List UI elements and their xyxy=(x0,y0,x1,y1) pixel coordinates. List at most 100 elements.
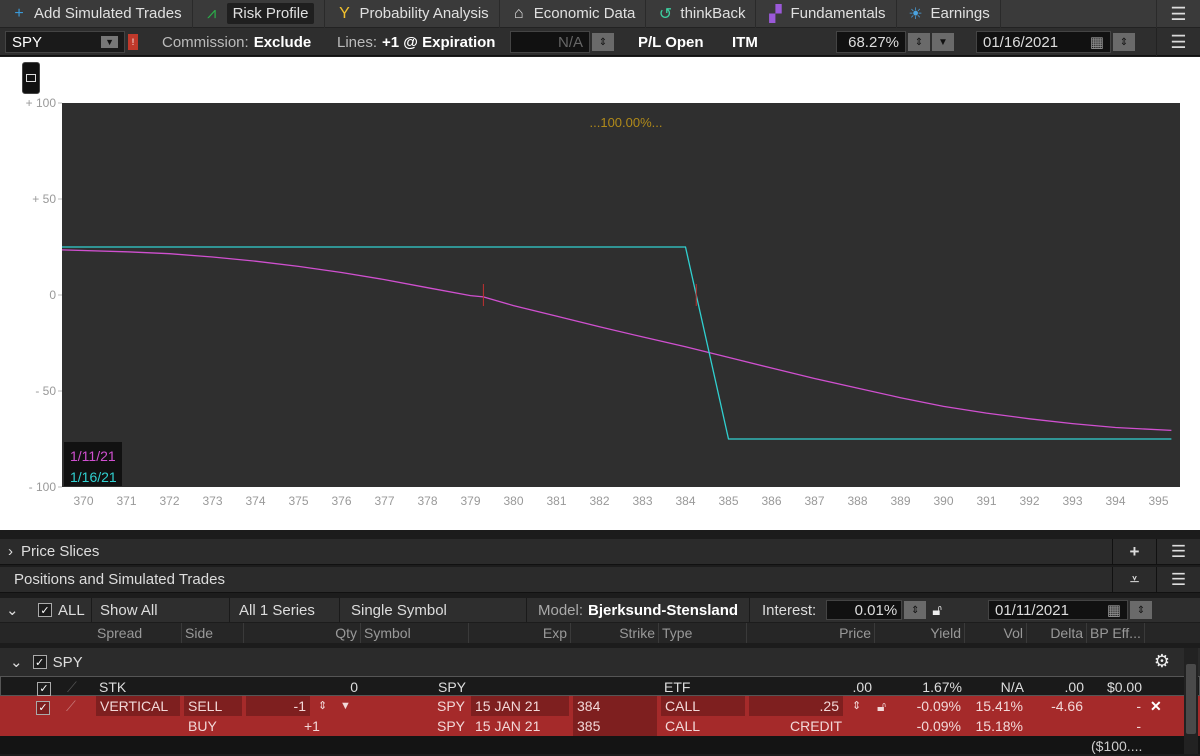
col-spread[interactable]: Spread xyxy=(94,623,182,643)
spy-group-row[interactable]: ⌄ ✓ SPY ⚙ xyxy=(0,648,1200,676)
gear-icon[interactable]: ⚙ xyxy=(1154,651,1170,672)
x-tick-label: 382 xyxy=(589,494,609,508)
col-symbol[interactable]: Symbol xyxy=(361,623,469,643)
calendar-icon[interactable]: ▦ xyxy=(1107,601,1121,619)
chevron-down-icon[interactable]: ▼ xyxy=(336,696,356,716)
model-dropdown[interactable]: Model: Bjerksund-Stensland xyxy=(532,598,750,622)
positions-date-picker[interactable]: 01/11/2021 ▦ ⇕ xyxy=(982,598,1157,622)
stepper-icon[interactable]: ⇕ xyxy=(908,33,930,51)
risk-profile-chart[interactable]: + 100 + 50 0 - 50 - 100 370 371 372 373 374 375 37… xyxy=(0,57,1200,530)
cell-price[interactable]: .25 xyxy=(749,696,843,716)
select-all-checkbox[interactable]: ✓ ALL xyxy=(32,598,92,622)
checkbox-icon[interactable]: ✓ xyxy=(32,655,47,669)
tab-label: Economic Data xyxy=(533,5,636,22)
remove-row-icon[interactable]: ✕ xyxy=(1146,696,1166,716)
col-side[interactable]: Side xyxy=(182,623,244,643)
risk-profile-icon: ⩘ xyxy=(207,4,217,22)
show-filter-dropdown[interactable]: Show All xyxy=(94,598,230,622)
symbol-mode-dropdown[interactable]: Single Symbol xyxy=(345,598,527,622)
collapse-button[interactable]: ⩡ xyxy=(1112,567,1156,593)
price-slices-label: Price Slices xyxy=(21,543,100,560)
cell-strike[interactable]: 385 xyxy=(573,716,657,736)
col-qty[interactable]: Qty xyxy=(244,623,361,643)
row-checkbox[interactable]: ✓ xyxy=(37,682,51,696)
tab-probability-analysis[interactable]: Y Probability Analysis xyxy=(325,0,500,28)
tab-risk-profile[interactable]: ⩘ Risk Profile xyxy=(193,0,326,28)
expiration-date-picker[interactable]: 01/16/2021 ▦ ⇕ xyxy=(976,31,1135,53)
pl-open-dropdown[interactable]: P/L Open xyxy=(638,31,704,53)
qty-stepper-icon[interactable]: ⇕ xyxy=(314,696,336,716)
chevron-down-icon: ▼ xyxy=(101,36,118,48)
tab-fundamentals[interactable]: ▞ Fundamentals xyxy=(756,0,897,28)
price-slices-menu-button[interactable]: ☰ xyxy=(1156,539,1200,565)
y-tick-label: - 100 xyxy=(29,480,57,494)
col-type[interactable]: Type xyxy=(659,623,747,643)
unlock-icon[interactable]: 🔓︎ xyxy=(873,696,895,716)
lines-dropdown[interactable]: Lines: +1 @ Expiration xyxy=(337,31,495,53)
stepper-icon[interactable]: ⇕ xyxy=(592,33,614,51)
col-delta[interactable]: Delta xyxy=(1027,623,1087,643)
cell-yield: -0.09% xyxy=(916,698,961,714)
itm-dropdown[interactable]: ITM xyxy=(732,31,758,53)
interest-value: 0.01% xyxy=(854,601,898,619)
table-row[interactable]: BUY +1 SPY 15 JAN 21 385 CALL CREDIT -0.… xyxy=(0,716,1200,736)
commission-dropdown[interactable]: Commission: Exclude xyxy=(162,31,311,53)
symbol-value: SPY xyxy=(12,33,43,51)
cell-type: CALL xyxy=(665,718,701,734)
x-tick-label: 393 xyxy=(1062,494,1082,508)
cell-strike[interactable]: 384 xyxy=(573,696,657,716)
blocks-icon: ▞ xyxy=(769,5,782,23)
interest-stepper[interactable]: Interest: 0.01% ⇕ 🔓︎ xyxy=(756,598,976,622)
x-tick-label: 386 xyxy=(761,494,781,508)
vertical-scrollbar[interactable] xyxy=(1184,648,1198,754)
chevron-down-icon[interactable]: ⌄ xyxy=(0,598,32,622)
interest-label: Interest: xyxy=(762,601,817,619)
stepper-icon[interactable]: ⇕ xyxy=(904,601,927,619)
calendar-icon[interactable]: ▦ xyxy=(1090,33,1104,51)
row-checkbox[interactable]: ✓ xyxy=(36,701,50,715)
controls-menu-button[interactable]: ☰ xyxy=(1156,28,1200,56)
price-stepper-icon[interactable]: ⇕ xyxy=(848,696,870,716)
table-row[interactable]: ✓ ⟋ VERTICAL SELL -1 ⇕ ▼ SPY 15 JAN 21 3… xyxy=(0,696,1200,716)
cell-type: ETF xyxy=(664,679,691,695)
scrollbar-thumb[interactable] xyxy=(1186,664,1196,734)
series-filter-dropdown[interactable]: All 1 Series xyxy=(233,598,340,622)
col-strike[interactable]: Strike xyxy=(571,623,659,643)
pl-open-value: P/L Open xyxy=(638,33,704,51)
col-yield[interactable]: Yield xyxy=(875,623,965,643)
tab-add-simulated-trades[interactable]: + Add Simulated Trades xyxy=(0,0,193,28)
tab-label: thinkBack xyxy=(680,5,746,22)
table-row[interactable]: ✓ ⟋ STK 0 SPY ETF .00 1.67% N/A .00 $0.0… xyxy=(0,676,1200,696)
show-value: Show All xyxy=(100,601,158,619)
cell-side[interactable]: SELL xyxy=(184,696,242,716)
positions-menu-button[interactable]: ☰ xyxy=(1156,567,1200,593)
col-price[interactable]: Price xyxy=(747,623,875,643)
trend-icon: ⟋ xyxy=(67,679,77,695)
chevron-down-icon[interactable]: ▼ xyxy=(932,33,954,51)
x-tick-label: 372 xyxy=(159,494,179,508)
add-price-slice-button[interactable]: + xyxy=(1112,539,1156,565)
symbol-selector[interactable]: SPY ▼ ! xyxy=(5,31,138,53)
cell-qty[interactable]: -1 xyxy=(246,696,310,716)
list-menu-icon: ☰ xyxy=(1170,31,1187,52)
cell-vol: N/A xyxy=(1000,679,1024,695)
cell-spread: STK xyxy=(99,679,127,695)
tabs-menu-button[interactable]: ☰ xyxy=(1156,0,1200,28)
na-stepper[interactable]: N/A ⇕ xyxy=(510,31,614,53)
tab-economic-data[interactable]: ⌂ Economic Data xyxy=(500,0,647,28)
tab-thinkback[interactable]: ↺ thinkBack xyxy=(646,0,757,28)
cell-type[interactable]: CALL xyxy=(661,696,745,716)
chevron-down-icon[interactable]: ⌄ xyxy=(10,653,23,671)
price-slices-section[interactable]: › Price Slices + ☰ xyxy=(0,539,1200,565)
unlock-icon[interactable]: 🔓︎ xyxy=(932,602,942,619)
cell-exp[interactable]: 15 JAN 21 xyxy=(471,696,569,716)
stepper-icon[interactable]: ⇕ xyxy=(1113,33,1135,51)
col-vol[interactable]: Vol xyxy=(965,623,1027,643)
stepper-icon[interactable]: ⇕ xyxy=(1130,601,1152,619)
positions-title: Positions and Simulated Trades xyxy=(14,571,225,588)
cell-spread[interactable]: VERTICAL xyxy=(96,696,180,716)
col-bp-effect[interactable]: BP Eff... xyxy=(1087,623,1145,643)
tab-earnings[interactable]: ☀ Earnings xyxy=(897,0,1001,28)
probability-stepper[interactable]: 68.27% ⇕ ▼ xyxy=(836,31,954,53)
col-exp[interactable]: Exp xyxy=(469,623,571,643)
